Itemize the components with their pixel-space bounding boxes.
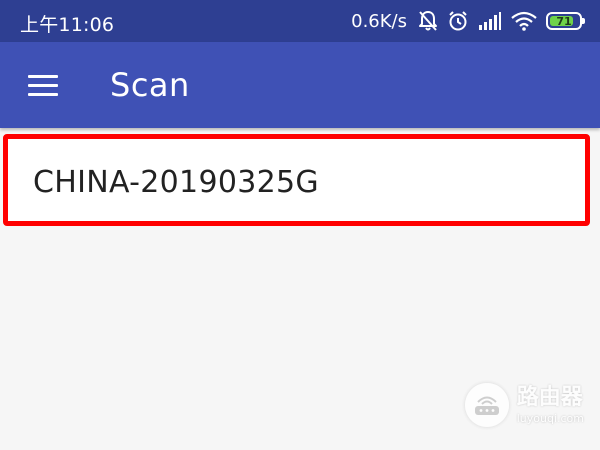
wifi-icon <box>511 11 537 31</box>
network-speed: 0.6K/s <box>351 10 407 32</box>
status-time: 上午11:06 <box>20 14 115 36</box>
app-bar: Scan <box>0 42 600 128</box>
battery-level: 71 <box>556 14 572 28</box>
router-logo-icon <box>464 383 509 427</box>
watermark-url: luyouqi.com <box>516 411 584 425</box>
alarm-clock-icon <box>447 10 469 32</box>
page-title: Scan <box>110 66 190 104</box>
watermark-title: 路由器 <box>516 384 583 410</box>
battery-icon: 71 <box>546 12 585 30</box>
status-bar: 上午11:06 0.6K/s 71 <box>0 0 600 42</box>
network-ssid: CHINA-20190325G <box>33 165 319 200</box>
status-icons: 0.6K/s 71 <box>351 8 585 34</box>
cellular-signal-icon <box>478 11 502 31</box>
watermark-text: 路由器 luyouqi.com <box>516 384 584 425</box>
hamburger-menu-icon[interactable] <box>22 66 62 106</box>
network-list-item[interactable]: CHINA-20190325G <box>3 134 590 226</box>
alarm-off-icon <box>418 10 438 32</box>
watermark: 路由器 luyouqi.com <box>464 383 584 427</box>
